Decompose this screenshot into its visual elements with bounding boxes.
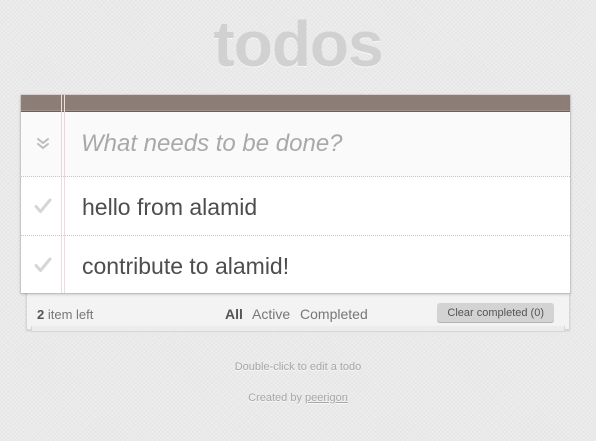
todo-app: hello from alamid contribute to alamid! — [21, 95, 570, 293]
author-link[interactable]: peerigon — [305, 392, 348, 404]
filter-all-link[interactable]: All — [225, 306, 243, 322]
filters: All Active Completed — [225, 306, 374, 322]
new-todo-input[interactable] — [81, 126, 551, 162]
todo-count-number: 2 — [37, 307, 45, 322]
filter-completed-link[interactable]: Completed — [300, 306, 368, 322]
new-todo-row — [21, 112, 570, 177]
chevron-double-down-icon — [37, 138, 49, 149]
created-by-prefix: Created by — [248, 392, 302, 404]
toggle-all-button[interactable] — [33, 134, 53, 154]
todo-item[interactable]: contribute to alamid! — [21, 236, 570, 293]
app-title: todos — [213, 8, 383, 80]
header-band — [21, 95, 570, 112]
todo-count-suffix: item left — [47, 307, 94, 322]
todo-label[interactable]: contribute to alamid! — [82, 252, 289, 280]
todo-item[interactable]: hello from alamid — [21, 177, 570, 236]
checkmark-icon — [34, 257, 52, 272]
checkmark-icon — [34, 198, 52, 213]
edit-hint: Double-click to edit a todo — [234, 361, 362, 373]
todo-toggle-checkbox[interactable] — [31, 253, 55, 277]
todo-list: hello from alamid contribute to alamid! — [21, 177, 570, 293]
todo-footer: 2 item left All Active Completed Clear c… — [27, 296, 567, 330]
todo-label[interactable]: hello from alamid — [82, 193, 257, 221]
page: todos hello from alamid — [0, 0, 596, 441]
created-by: Created by peerigon — [0, 392, 596, 404]
clear-completed-button[interactable]: Clear completed (0) — [437, 303, 554, 323]
filter-active-link[interactable]: Active — [252, 306, 290, 322]
todo-count: 2 item left — [37, 307, 93, 322]
todo-toggle-checkbox[interactable] — [31, 194, 55, 218]
